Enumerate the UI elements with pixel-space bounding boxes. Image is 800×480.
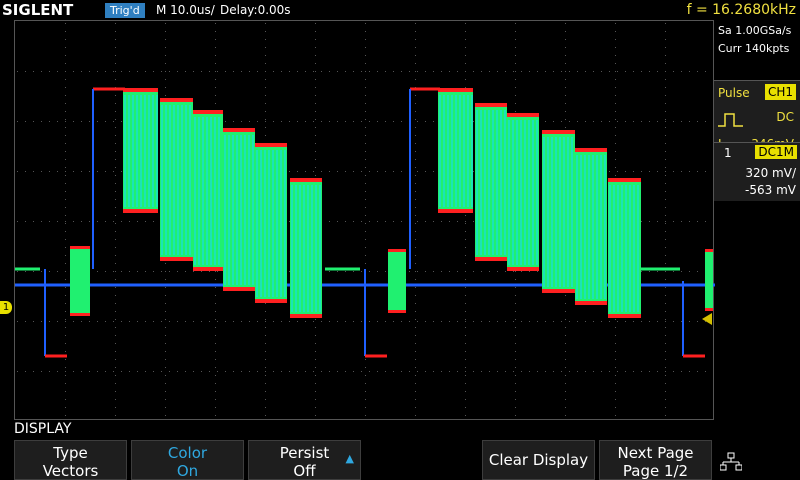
memory-depth: Curr 140kpts: [718, 42, 790, 55]
trigger-type: Pulse: [718, 86, 750, 100]
trigger-coupling: DC: [776, 110, 794, 124]
color-softkey-label: Color: [167, 444, 208, 462]
next-page-softkey[interactable]: Next Page Page 1/2: [599, 440, 712, 480]
delay-readout: Delay:0.00s: [220, 3, 291, 17]
ch1-offset-marker[interactable]: 1: [0, 301, 12, 314]
arrow-up-icon: ▲: [345, 452, 354, 465]
right-info-panel: Sa 1.00GSa/s Curr 140kpts Pulse CH1 DC L…: [714, 20, 800, 440]
type-softkey[interactable]: Type Vectors: [14, 440, 127, 480]
softkey-menu: Type Vectors Color On Persist Off ▲ Clea…: [14, 440, 800, 480]
trigger-source-badge: CH1: [764, 84, 796, 100]
channel-info-box[interactable]: 1 DC1M 320 mV/ -563 mV: [714, 142, 800, 201]
persist-softkey-label: Persist: [279, 444, 330, 462]
waveform-display[interactable]: [14, 20, 715, 420]
trigger-status-badge: Trig'd: [105, 3, 145, 18]
timebase-readout: M 10.0us/: [156, 3, 215, 17]
persist-softkey-value: Off: [293, 462, 316, 480]
channel-number: 1: [724, 146, 732, 160]
type-softkey-value: Vectors: [42, 462, 99, 480]
menu-title: DISPLAY: [14, 421, 72, 437]
top-status-bar: SIGLENT Trig'd M 10.0us/ Delay:0.00s f =…: [0, 0, 800, 20]
page-indicator: Page 1/2: [622, 462, 689, 480]
network-icon: [720, 452, 742, 471]
channel-coupling-badge: DC1M: [755, 145, 797, 159]
vertical-offset: -563 mV: [745, 183, 796, 197]
trigger-level-marker[interactable]: [702, 313, 712, 325]
type-softkey-label: Type: [53, 444, 88, 462]
clear-display-label: Clear Display: [488, 451, 589, 469]
pulse-edge-icon: [718, 113, 743, 127]
color-softkey[interactable]: Color On: [131, 440, 244, 480]
clear-display-softkey[interactable]: Clear Display: [482, 440, 595, 480]
vertical-scale: 320 mV/: [745, 166, 796, 180]
siglent-logo: SIGLENT: [2, 1, 74, 19]
next-page-label: Next Page: [617, 444, 694, 462]
sample-rate: Sa 1.00GSa/s: [718, 24, 792, 37]
color-softkey-value: On: [176, 462, 199, 480]
ch1-waveform: [15, 87, 715, 358]
frequency-counter: f = 16.2680kHz: [686, 2, 796, 18]
persist-softkey[interactable]: Persist Off ▲: [248, 440, 361, 480]
